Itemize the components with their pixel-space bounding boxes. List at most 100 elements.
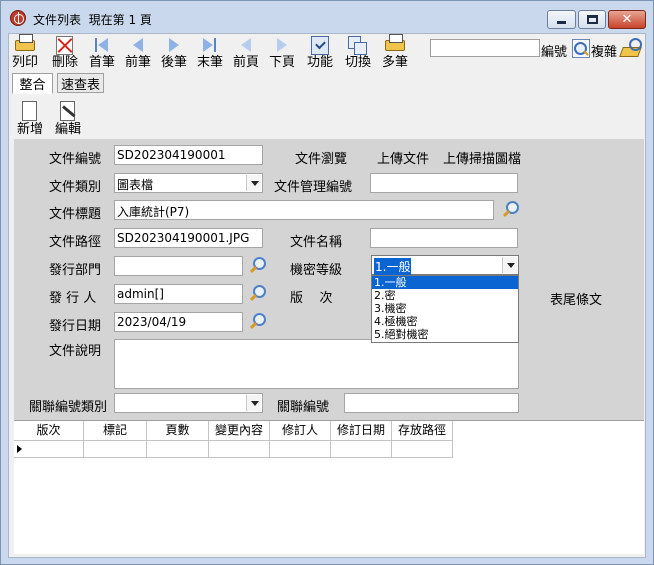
next-page-button[interactable]: 下頁: [269, 34, 295, 72]
tab-quick-lookup[interactable]: 速查表: [57, 73, 104, 93]
issuer-label: 發 行 人: [49, 291, 97, 306]
copy-brush-icon[interactable]: [620, 38, 642, 58]
first-record-icon: [90, 34, 114, 56]
security-option[interactable]: 1.一般: [372, 276, 518, 289]
multi-record-label: 多筆: [382, 55, 409, 70]
prev-page-icon: [234, 34, 258, 56]
date-label: 發行日期: [49, 319, 102, 334]
title-bar[interactable]: 文件列表 現在第 1 頁 ✕: [1, 1, 653, 33]
desc-textarea[interactable]: [114, 339, 519, 389]
table-row[interactable]: [14, 441, 453, 458]
edit-button[interactable]: 編輯: [55, 101, 81, 137]
category-select[interactable]: 圖表檔: [114, 173, 263, 193]
title-search-icon[interactable]: [503, 201, 519, 217]
maximize-button[interactable]: [578, 10, 606, 29]
search-button[interactable]: [572, 39, 590, 58]
next-page-icon: [270, 34, 294, 56]
prev-page-button[interactable]: 前頁: [233, 34, 259, 72]
close-icon: ✕: [621, 12, 633, 27]
multi-record-button[interactable]: 多筆: [382, 34, 408, 72]
multi-record-icon: [385, 34, 405, 51]
grid-header: 版次 標記 頁數 變更內容 修訂人 修訂日期 存放路徑: [14, 421, 453, 441]
last-record-icon: [198, 34, 222, 56]
version-label: 版 次: [290, 291, 333, 306]
function-button[interactable]: 功能: [307, 34, 333, 72]
security-select[interactable]: 1.一般: [371, 255, 519, 275]
last-record-button[interactable]: 末筆: [197, 34, 223, 72]
chevron-down-icon: [246, 175, 261, 191]
mgmt-no-label: 文件管理編號: [274, 180, 353, 195]
date-field[interactable]: 2023/04/19: [114, 312, 243, 332]
grid-col-pages[interactable]: 頁數: [147, 421, 209, 441]
desc-label: 文件說明: [49, 344, 102, 359]
switch-label: 切換: [345, 55, 372, 70]
dept-label: 發行部門: [49, 263, 102, 278]
window-title: 文件列表 現在第 1 頁: [33, 13, 152, 27]
title-label: 文件標題: [49, 207, 102, 222]
client-area: 列印 刪除 首筆 前筆 後筆 末筆 前頁 下頁 功能 切換 多筆 編號 複雜 整…: [8, 33, 646, 558]
close-button[interactable]: ✕: [608, 10, 646, 29]
grid-col-changes[interactable]: 變更內容: [209, 421, 270, 441]
security-option[interactable]: 5.絕對機密: [372, 328, 518, 341]
grid-col-version[interactable]: 版次: [14, 421, 84, 441]
prev-record-button[interactable]: 前筆: [125, 34, 151, 72]
next-record-icon: [162, 34, 186, 56]
title-field[interactable]: 入庫統計(P7): [114, 200, 494, 220]
print-button[interactable]: 列印: [12, 34, 38, 72]
minimize-button[interactable]: [547, 10, 576, 29]
next-record-button[interactable]: 後筆: [161, 34, 187, 72]
grid-col-revise-date[interactable]: 修訂日期: [331, 421, 392, 441]
switch-button[interactable]: 切換: [345, 34, 371, 72]
security-dropdown[interactable]: 1.一般 2.密 3.機密 4.極機密 5.絕對機密: [371, 275, 519, 343]
path-field[interactable]: SD202304190001.JPG: [114, 228, 263, 248]
next-page-label: 下頁: [269, 55, 296, 70]
document-list-window: 文件列表 現在第 1 頁 ✕ 列印 刪除 首筆 前筆 後筆 末筆 前頁 下頁 功…: [0, 0, 654, 565]
prev-record-label: 前筆: [125, 55, 152, 70]
maximize-icon: [586, 15, 598, 24]
last-record-label: 末筆: [197, 55, 224, 70]
add-button[interactable]: 新增: [17, 101, 43, 137]
dept-search-icon[interactable]: [250, 257, 266, 273]
footer-clause-label: 表尾條文: [550, 293, 603, 308]
delete-button[interactable]: 刪除: [52, 34, 78, 72]
dept-field[interactable]: [114, 256, 243, 276]
path-label: 文件路徑: [49, 235, 102, 250]
issuer-field[interactable]: admin[]: [114, 284, 243, 304]
chevron-down-icon: [502, 257, 517, 273]
mgmt-no-field[interactable]: [370, 173, 518, 193]
grid-col-mark[interactable]: 標記: [84, 421, 147, 441]
delete-icon: [56, 36, 73, 55]
upload-scan-link[interactable]: 上傳掃描圖檔: [443, 148, 521, 167]
switch-icon: [346, 34, 370, 56]
security-label: 機密等級: [290, 263, 343, 278]
filename-field[interactable]: [370, 228, 518, 248]
security-option[interactable]: 4.極機密: [372, 315, 518, 328]
issuer-search-icon[interactable]: [250, 285, 266, 301]
category-value: 圖表檔: [117, 178, 154, 192]
app-globe-icon: [10, 10, 26, 26]
rel-no-label: 關聯編號: [277, 400, 330, 415]
edit-icon: [60, 101, 75, 121]
first-record-button[interactable]: 首筆: [89, 34, 115, 72]
record-number-label: 編號: [541, 45, 568, 60]
security-option[interactable]: 3.機密: [372, 302, 518, 315]
minimize-icon: [557, 21, 566, 24]
security-option[interactable]: 2.密: [372, 289, 518, 302]
date-picker-icon[interactable]: [250, 313, 266, 329]
function-icon: [311, 36, 329, 55]
tab-integrated[interactable]: 整合: [12, 73, 53, 94]
grid-col-reviser[interactable]: 修訂人: [270, 421, 331, 441]
rel-no-field[interactable]: [344, 393, 519, 413]
rel-type-label: 關聯編號類別: [29, 400, 108, 415]
category-label: 文件類別: [49, 180, 102, 195]
grid-col-storage-path[interactable]: 存放路徑: [392, 421, 453, 441]
prev-page-label: 前頁: [233, 55, 260, 70]
revision-grid[interactable]: 版次 標記 頁數 變更內容 修訂人 修訂日期 存放路徑: [14, 420, 644, 554]
rel-type-select[interactable]: [114, 393, 263, 413]
row-pointer-icon: [17, 445, 22, 453]
upload-document-link[interactable]: 上傳文件: [377, 148, 429, 167]
record-number-search-input[interactable]: [430, 39, 540, 57]
copy-label: 複雜: [591, 45, 618, 60]
doc-no-field[interactable]: SD202304190001: [114, 145, 263, 165]
browse-document-link[interactable]: 文件瀏覽: [295, 148, 347, 167]
